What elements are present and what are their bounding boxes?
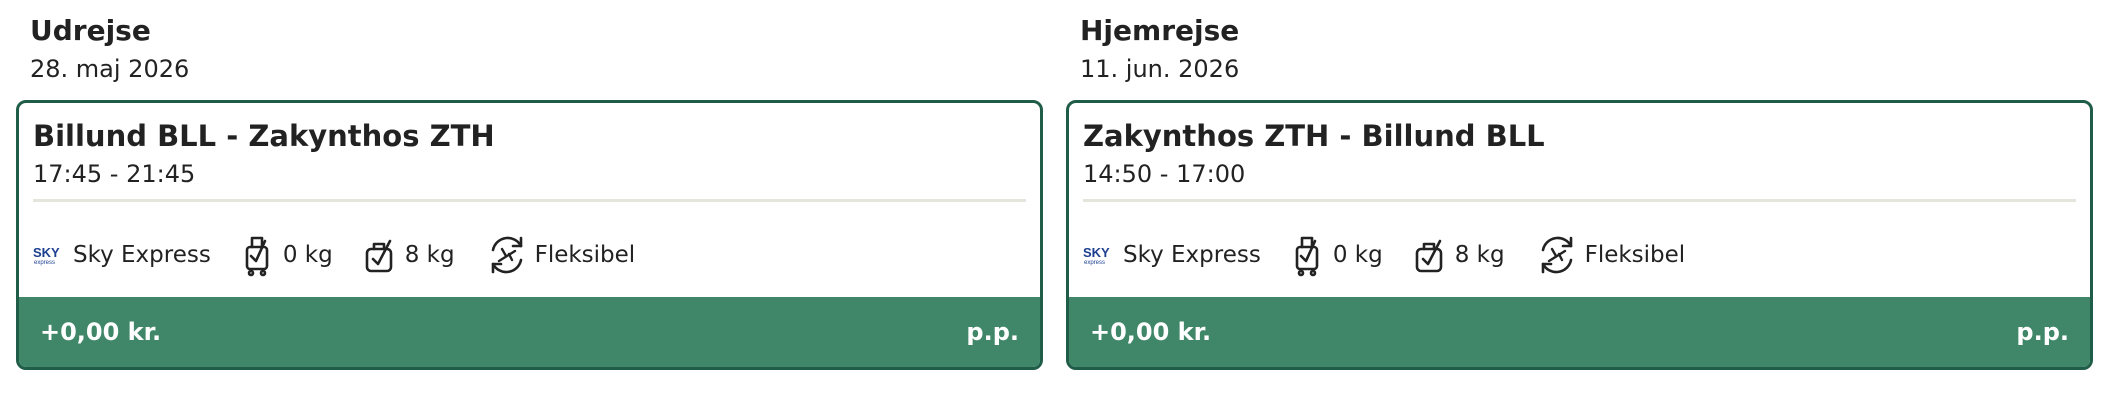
leg-date: 11. jun. 2026 [1080,55,1240,83]
flexible-flight-icon [491,236,522,274]
flight-info-row: SKY express Sky Express 0 kg 8 kg Fleksi… [33,231,635,279]
price-bar: +0,00 kr. p.p. [19,297,1040,367]
flight-card[interactable]: Billund BLL - Zakynthos ZTH 17:45 - 21:4… [16,100,1043,370]
flexible-flight-icon [1541,236,1572,274]
airline-logo-subtext: express [34,260,55,266]
sky-express-logo: SKY express [1083,245,1110,266]
airline-logo-subtext: express [1084,260,1105,266]
price: +0,00 kr. [40,318,162,346]
carry-on-weight: 0 kg [1332,242,1383,268]
flight-times: 17:45 - 21:45 [33,160,196,188]
price-bar: +0,00 kr. p.p. [1069,297,2090,367]
airline-name: Sky Express [73,242,211,268]
price-unit: p.p. [966,318,1019,346]
leg-title: Udrejse [30,14,151,47]
airline-logo-text: SKY [1083,245,1110,260]
flight-card[interactable]: Zakynthos ZTH - Billund BLL 14:50 - 17:0… [1066,100,2093,370]
bag-check-icon [365,239,393,273]
divider [33,199,1026,202]
airline-logo-text: SKY [33,245,60,260]
bag-check-icon [1415,239,1443,273]
leg-date: 28. maj 2026 [30,55,190,83]
flight-route: Zakynthos ZTH - Billund BLL [1083,119,1545,153]
divider [1083,199,2076,202]
carry-on-weight: 0 kg [282,242,333,268]
price: +0,00 kr. [1090,318,1212,346]
flight-route: Billund BLL - Zakynthos ZTH [33,119,495,153]
flight-info-row: SKY express Sky Express 0 kg 8 kg Fleksi… [1083,231,1685,279]
sky-express-logo: SKY express [33,245,60,266]
trolley-bag-check-icon [245,236,269,277]
ticket-type: Fleksibel [1584,242,1686,268]
personal-bag-weight: 8 kg [404,242,455,268]
ticket-type: Fleksibel [534,242,636,268]
airline-name: Sky Express [1123,242,1261,268]
price-unit: p.p. [2016,318,2069,346]
leg-title: Hjemrejse [1080,14,1240,47]
personal-bag-weight: 8 kg [1454,242,1505,268]
trolley-bag-check-icon [1295,236,1319,277]
flight-times: 14:50 - 17:00 [1083,160,1246,188]
